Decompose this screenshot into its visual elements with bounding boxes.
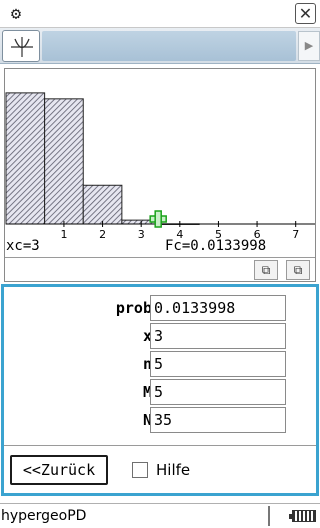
bar-x0	[5, 92, 46, 225]
field-label-prob: prob	[115, 299, 152, 317]
field-row-prob: prob 0.0133998	[4, 295, 304, 321]
readout-fc: Fc=0.0133998	[165, 238, 267, 254]
battery-icon	[289, 510, 316, 522]
toolbar-strip	[42, 31, 296, 61]
graph-window[interactable]: 1234567 xc=3 Fc=0.0133998 ⧉ ⧉	[4, 68, 316, 282]
copy-icon: ⧉	[261, 263, 271, 277]
copy-button[interactable]: ⧉	[254, 260, 278, 280]
help-checkbox-label: Hilfe	[156, 461, 191, 479]
x-field[interactable]: 3	[150, 323, 286, 349]
field-row-M: M 5	[4, 379, 304, 405]
paste-icon: ⧉	[293, 263, 303, 277]
field-row-N: N 35	[4, 407, 304, 433]
x-tick-label: 1	[60, 228, 67, 241]
x-tick-label: 2	[99, 228, 106, 241]
bar-x1	[44, 98, 84, 225]
prob-field[interactable]: 0.0133998	[150, 295, 286, 321]
paste-button[interactable]: ⧉	[286, 260, 310, 280]
parameter-dialog: prob 0.0133998 x 3 n 5 M 5 N 35 <<Zurück…	[1, 284, 319, 496]
toolbar-scroll-right-button[interactable]: ▶	[298, 31, 320, 61]
help-checkbox-box[interactable]	[132, 462, 148, 478]
app-name: hypergeoPD	[1, 508, 87, 524]
graph-view-button[interactable]	[2, 30, 40, 62]
field-row-n: n 5	[4, 351, 304, 377]
n-field[interactable]: 5	[150, 351, 286, 377]
x-tick-label: 3	[138, 228, 145, 241]
back-button[interactable]: <<Zurück	[10, 455, 108, 485]
N-field[interactable]: 35	[150, 407, 286, 433]
M-field[interactable]: 5	[150, 379, 286, 405]
status-bar: hypergeoPD	[0, 503, 320, 528]
graph-axes-icon	[11, 37, 33, 57]
distribution-chart[interactable]: 1234567	[5, 69, 315, 257]
field-row-x: x 3	[4, 323, 304, 349]
gear-icon[interactable]: ⚙	[6, 4, 26, 24]
trace-cursor-center	[156, 217, 161, 222]
x-tick-label: 7	[292, 228, 299, 241]
dialog-divider	[4, 445, 316, 446]
title-bar: ⚙ ✕	[0, 0, 320, 28]
status-separator	[268, 506, 270, 526]
bar-x2	[82, 184, 123, 225]
toolbar: ▶	[0, 28, 320, 64]
graph-divider	[5, 257, 315, 258]
close-button[interactable]: ✕	[295, 3, 316, 24]
readout-xc: xc=3	[6, 238, 40, 254]
